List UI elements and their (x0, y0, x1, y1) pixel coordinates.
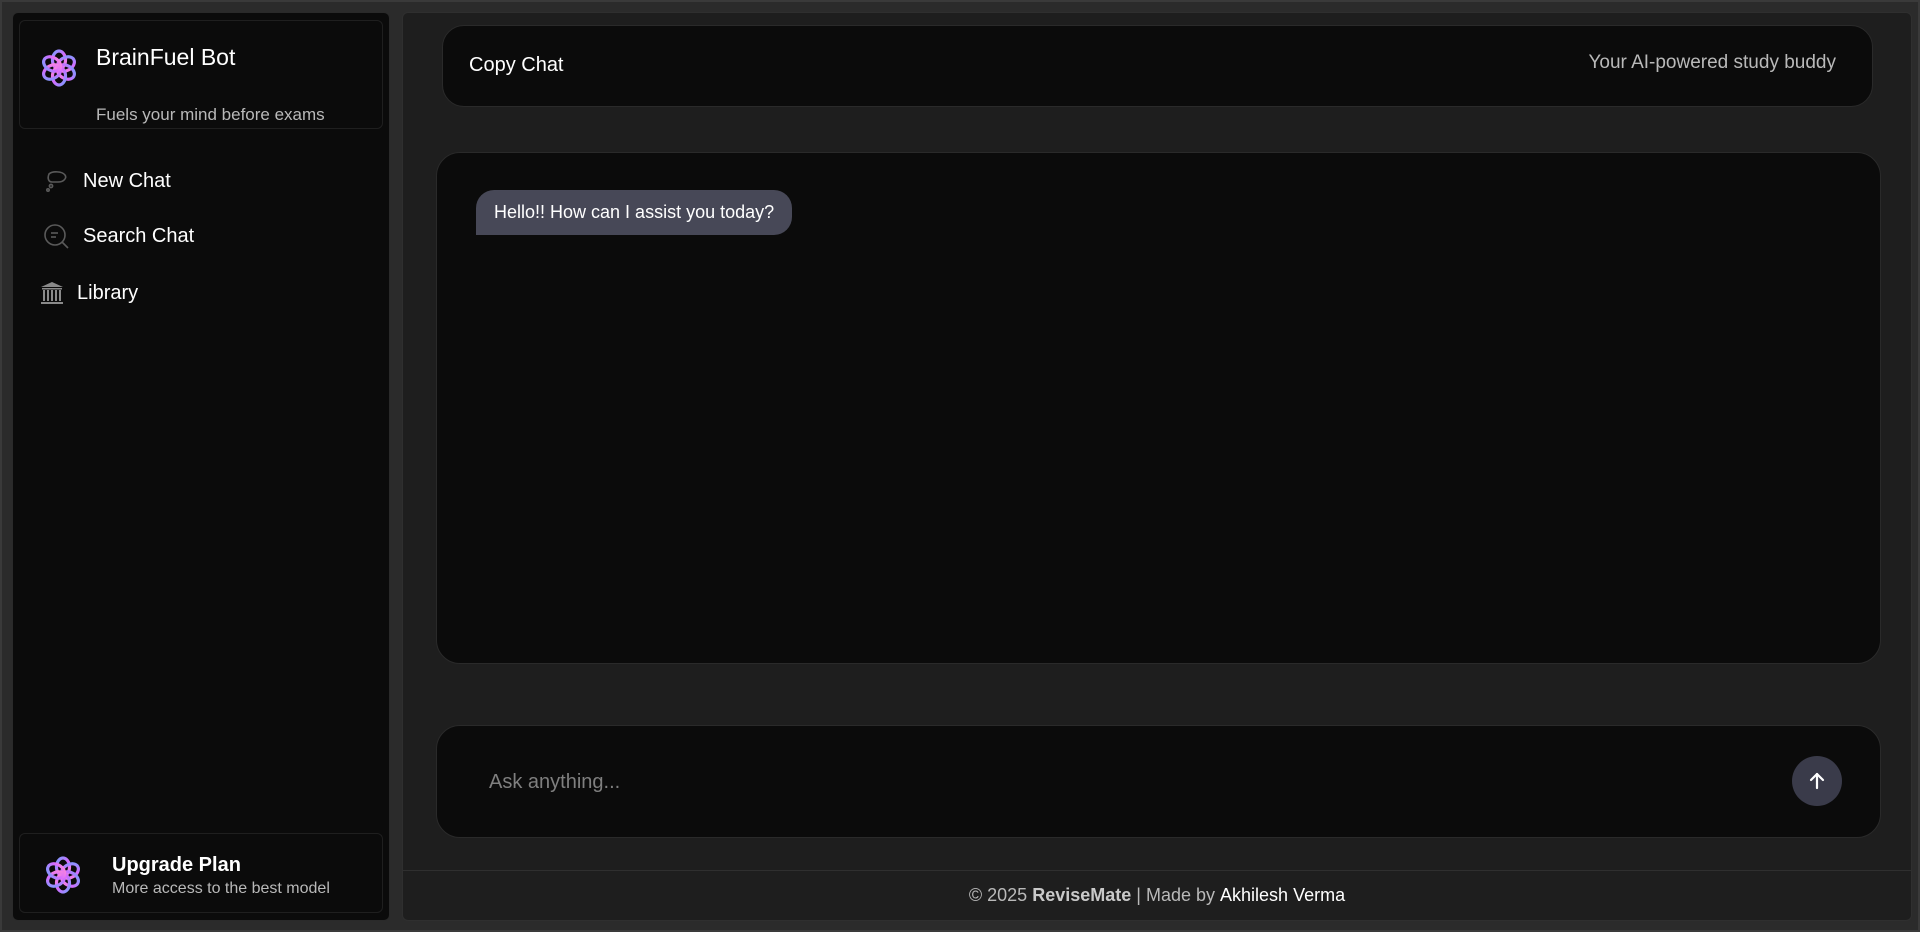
header-tagline: Your AI-powered study buddy (1588, 52, 1836, 73)
top-bar: Copy Chat Your AI-powered study buddy (442, 25, 1873, 107)
brand-name: BrainFuel Bot (96, 44, 236, 70)
chat-bubble-icon (41, 166, 71, 196)
footer-brand: ReviseMate (1032, 885, 1132, 905)
sidebar-item-new-chat[interactable]: New Chat (41, 163, 171, 199)
footer-copyright: © 2025 (968, 885, 1028, 905)
copy-chat-button[interactable]: Copy Chat (469, 54, 564, 77)
sidebar-item-label: New Chat (83, 169, 171, 192)
sidebar-item-label: Library (77, 281, 139, 304)
brand-tagline: Fuels your mind before exams (96, 105, 325, 124)
footer-author: Akhilesh Verma (1220, 885, 1346, 905)
composer (436, 725, 1881, 838)
main-panel: Copy Chat Your AI-powered study buddy He… (402, 12, 1912, 921)
openai-flower-icon (42, 49, 76, 87)
chat-messages: Hello!! How can I assist you today? (436, 152, 1881, 664)
bot-message: Hello!! How can I assist you today? (476, 190, 793, 235)
search-chat-icon (41, 221, 71, 251)
message-input[interactable] (487, 762, 1731, 802)
arrow-up-icon (1809, 772, 1825, 790)
sidebar-item-label: Search Chat (83, 224, 195, 247)
sidebar-item-library[interactable]: Library (37, 275, 138, 311)
upgrade-title: Upgrade Plan (112, 854, 241, 876)
app-frame: BrainFuel Bot Fuels your mind before exa… (0, 0, 1920, 932)
footer-separator: | Made by (1136, 885, 1216, 905)
openai-flower-icon (46, 856, 80, 894)
library-icon (37, 278, 67, 308)
send-button[interactable] (1792, 756, 1842, 806)
brand-card: BrainFuel Bot Fuels your mind before exa… (19, 20, 383, 129)
footer: © 2025 ReviseMate | Made by Akhilesh Ver… (403, 870, 1911, 920)
sidebar-item-search-chat[interactable]: Search Chat (41, 218, 194, 254)
upgrade-subtitle: More access to the best model (112, 880, 330, 897)
upgrade-plan-button[interactable]: Upgrade Plan More access to the best mod… (19, 833, 383, 913)
sidebar: BrainFuel Bot Fuels your mind before exa… (12, 12, 390, 921)
